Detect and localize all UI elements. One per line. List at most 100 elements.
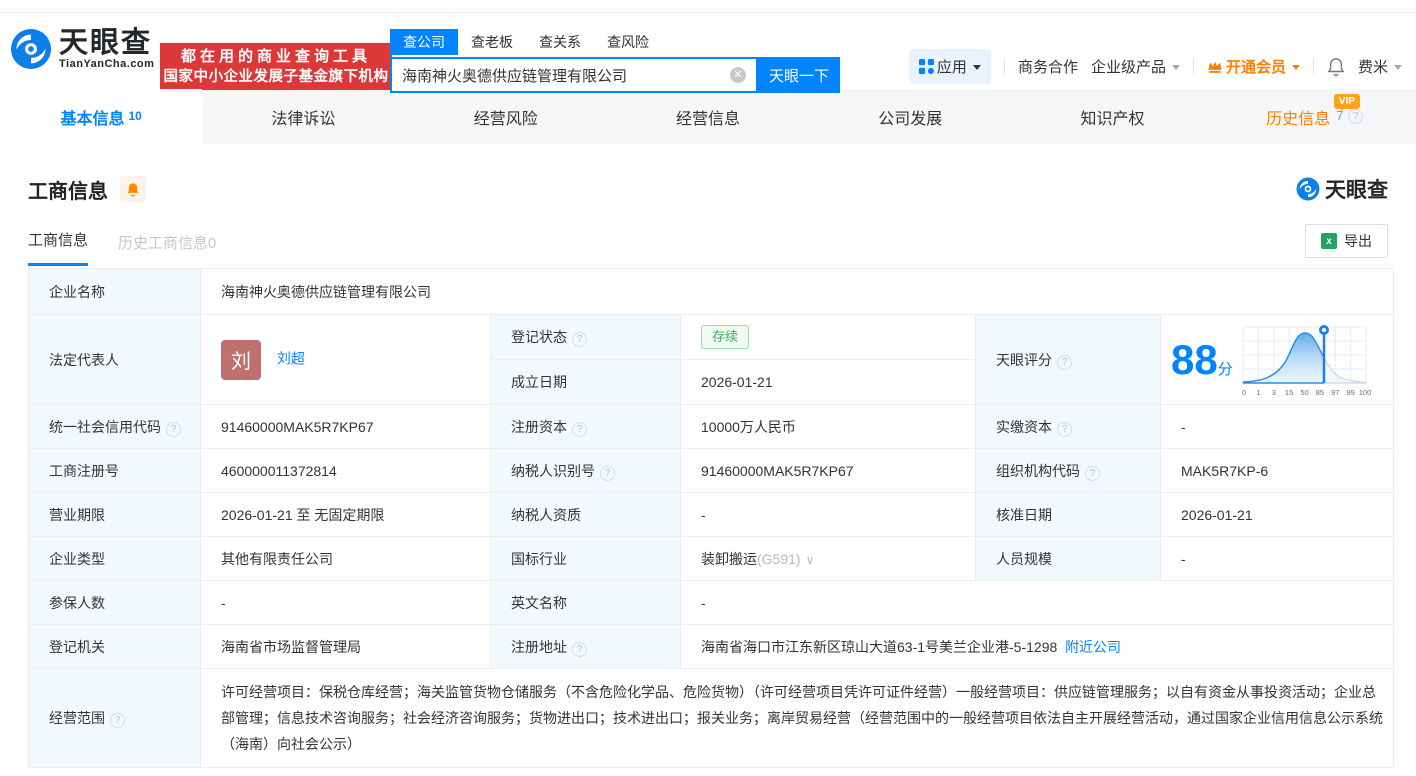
- tab-operating-risk[interactable]: 经营风险: [405, 89, 607, 144]
- search-tab-boss[interactable]: 查老板: [458, 29, 526, 55]
- subtab-business-info[interactable]: 工商信息: [28, 229, 89, 266]
- score-unit: 分: [1217, 360, 1233, 378]
- help-icon[interactable]: [1057, 354, 1072, 370]
- help-icon[interactable]: [572, 332, 587, 347]
- search-input[interactable]: [402, 66, 730, 84]
- legal-rep-cell: 刘 刘超: [200, 314, 491, 405]
- field-label: 英文名称: [490, 580, 681, 625]
- status-badge: 存续: [701, 325, 750, 349]
- field-label: 登记机关: [28, 624, 201, 669]
- apps-grid-icon: [918, 59, 934, 74]
- english-name-value: -: [679, 580, 1395, 625]
- search-tab-relation[interactable]: 查关系: [526, 29, 594, 55]
- table-row: 工商注册号 460000011372814 纳税人识别号 91460000MAK…: [28, 448, 1395, 493]
- svg-text:100: 100: [1358, 388, 1371, 397]
- tianyancha-logo[interactable]: 天眼查 TianYanCha.com: [10, 28, 154, 70]
- tianyancha-swirl-icon: [10, 28, 52, 70]
- tab-count: 10: [128, 108, 142, 123]
- search-tab-risk[interactable]: 查风险: [594, 29, 662, 55]
- distribution-curve-blue: [1242, 331, 1324, 384]
- nearby-companies-link[interactable]: 附近公司: [1065, 639, 1121, 655]
- subtab-history-business-info[interactable]: 历史工商信息0: [118, 232, 216, 266]
- help-icon[interactable]: [600, 465, 615, 481]
- business-scope-value: 许可经营项目：保税仓库经营；海关监管货物仓储服务（不含危险化学品、危险货物）（许…: [199, 668, 1395, 768]
- logo-title: 天眼查: [59, 27, 153, 59]
- tab-label: 经营信息: [675, 110, 740, 128]
- help-icon[interactable]: [572, 641, 587, 657]
- svg-text:50: 50: [1300, 388, 1308, 397]
- search-button[interactable]: 天眼一下: [758, 57, 840, 93]
- tab-label: 经营风险: [473, 110, 538, 128]
- notification-bell-icon[interactable]: [1327, 57, 1345, 77]
- subscribe-bell-button[interactable]: [120, 176, 146, 202]
- field-label: 注册资本: [490, 404, 681, 449]
- banner-line2: 国家中小企业发展子基金旗下机构: [163, 68, 389, 85]
- table-row: 营业期限 2026-01-21 至 无固定期限 纳税人资质 - 核准日期 202…: [28, 492, 1395, 537]
- field-label: 人员规模: [975, 536, 1161, 581]
- chevron-down-icon: [1291, 65, 1300, 74]
- tab-company-development[interactable]: 公司发展: [809, 89, 1011, 144]
- industry-code: (G591): [757, 550, 801, 567]
- staff-size-value: -: [1159, 536, 1395, 581]
- nav-cooperation[interactable]: 商务合作: [1018, 56, 1078, 77]
- bell-icon: [127, 182, 139, 197]
- table-row: 法定代表人 刘 刘超 登记状态 存续 天眼评分 88分: [28, 314, 1395, 405]
- banner-line1: 都在用的商业查询工具: [180, 47, 371, 65]
- help-icon[interactable]: [166, 421, 181, 437]
- authority-value: 海南省市场监督管理局: [200, 624, 491, 669]
- help-icon[interactable]: [1348, 109, 1364, 124]
- field-label: 法定代表人: [28, 314, 201, 405]
- field-label: 注册地址: [490, 624, 681, 669]
- help-icon[interactable]: [110, 713, 125, 728]
- chevron-down-icon: [1394, 65, 1402, 74]
- tab-history-info[interactable]: VIP 历史信息 7: [1214, 89, 1416, 144]
- vip-badge: VIP: [1333, 94, 1360, 111]
- export-label: 导出: [1344, 233, 1372, 249]
- help-icon[interactable]: [572, 421, 587, 437]
- logo-domain: TianYanCha.com: [59, 58, 155, 70]
- divider: [1312, 58, 1314, 75]
- table-row: 企业名称 海南神火奥德供应链管理有限公司: [28, 268, 1395, 315]
- industry-value[interactable]: 装卸搬运(G591) ∨: [680, 536, 976, 581]
- field-label: 核准日期: [975, 492, 1161, 537]
- user-menu[interactable]: 费米: [1358, 56, 1402, 77]
- table-row: 登记机关 海南省市场监督管理局 注册地址 海南省海口市江东新区琼山大道63-1号…: [28, 624, 1395, 669]
- tab-basic-info[interactable]: 基本信息 10: [0, 89, 203, 144]
- svg-text:97: 97: [1331, 388, 1339, 397]
- open-vip-button[interactable]: 开通会员: [1207, 56, 1300, 77]
- vip-label: 开通会员: [1225, 59, 1286, 76]
- export-button[interactable]: 导出: [1305, 224, 1388, 258]
- field-label: 成立日期: [490, 359, 681, 405]
- tab-legal-proceedings[interactable]: 法律诉讼: [202, 89, 404, 144]
- tab-intellectual-property[interactable]: 知识产权: [1011, 89, 1213, 144]
- help-icon[interactable]: [1057, 421, 1072, 437]
- legal-rep-link[interactable]: 刘超: [277, 350, 305, 366]
- field-label: 营业期限: [28, 492, 201, 537]
- apps-menu[interactable]: 应用: [908, 49, 991, 84]
- field-label: 企业名称: [28, 268, 201, 315]
- search-tab-company[interactable]: 查公司: [390, 29, 458, 55]
- address-value: 海南省海口市江东新区琼山大道63-1号美兰企业港-5-1298 附近公司: [679, 624, 1395, 669]
- avatar[interactable]: 刘: [221, 339, 261, 380]
- score-cell: 88分 0 1 3 15 50 85 97 99 100: [1159, 314, 1395, 405]
- insured-value: -: [200, 580, 491, 625]
- clear-search-icon[interactable]: ✕: [730, 67, 746, 83]
- table-row: 统一社会信用代码 91460000MAK5R7KP67 注册资本 10000万人…: [28, 404, 1395, 449]
- tab-label: 公司发展: [878, 110, 943, 128]
- field-label: 纳税人识别号: [490, 448, 681, 493]
- enterprise-label: 企业级产品: [1090, 59, 1166, 76]
- paid-capital-value: -: [1159, 404, 1395, 449]
- divider: [1192, 58, 1194, 75]
- help-icon[interactable]: [1085, 465, 1100, 481]
- tab-label: 历史信息: [1266, 110, 1331, 128]
- svg-text:99: 99: [1346, 388, 1354, 397]
- tianyancha-swirl-icon: [1296, 177, 1320, 201]
- divider: [1003, 58, 1005, 75]
- tab-operating-info[interactable]: 经营信息: [607, 89, 809, 144]
- est-date-value: 2026-01-21: [680, 359, 976, 405]
- nav-enterprise-products[interactable]: 企业级产品: [1091, 56, 1180, 77]
- credit-code-value: 91460000MAK5R7KP67: [200, 404, 491, 449]
- search-tabs: 查公司 查老板 查关系 查风险: [390, 29, 840, 55]
- search-area: 查公司 查老板 查关系 查风险 ✕ 天眼一下: [390, 29, 840, 93]
- svg-text:85: 85: [1315, 388, 1323, 397]
